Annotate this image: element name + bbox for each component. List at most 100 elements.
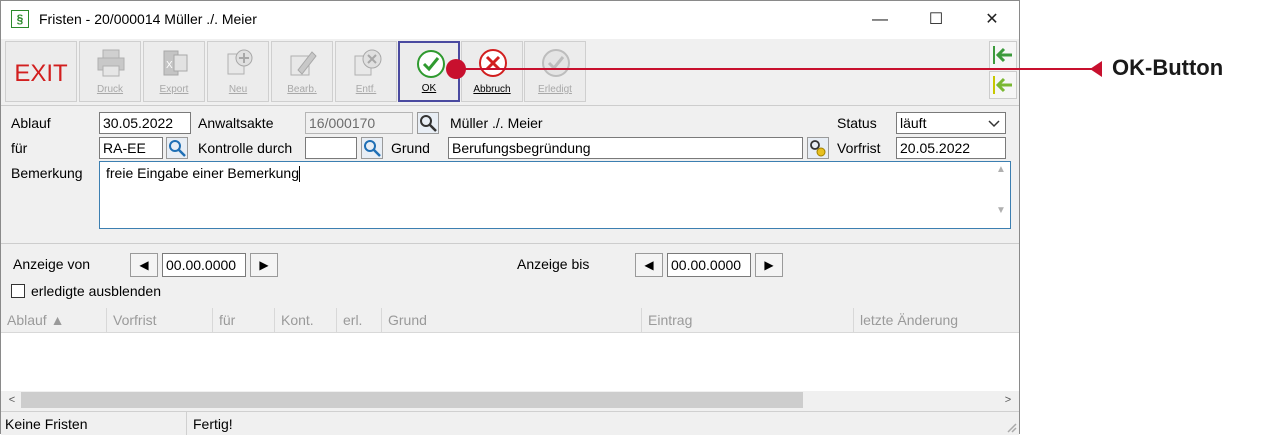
column-vorfrist[interactable]: Vorfrist [107, 308, 213, 332]
done-check-icon [542, 49, 570, 77]
scrollbar-thumb[interactable] [21, 392, 803, 408]
callout-line [456, 68, 1096, 70]
key-search-icon [810, 140, 826, 157]
erledigte-ausblenden-checkbox[interactable] [11, 284, 25, 298]
callout-arrow [1090, 61, 1102, 77]
ablauf-field[interactable]: 30.05.2022 [99, 112, 191, 134]
previous-record-button[interactable] [989, 71, 1017, 99]
window-title: Fristen - 20/000014 Müller ./. Meier [39, 11, 257, 27]
paragraph-icon: § [11, 10, 29, 28]
deadline-table-header: Ablauf ▲ Vorfrist für Kont. erl. Grund E… [1, 308, 1019, 333]
column-grund[interactable]: Grund [382, 308, 642, 332]
bemerkung-text: freie Eingabe einer Bemerkung [106, 165, 300, 181]
neu-label: Neu [228, 84, 248, 95]
chevron-down-icon [988, 120, 1000, 128]
vorfrist-label: Vorfrist [837, 140, 881, 156]
druck-button[interactable]: Druck [79, 41, 141, 102]
export-button[interactable]: X Export [143, 41, 205, 102]
anwaltsakte-field[interactable]: 16/000170 [305, 112, 413, 134]
add-document-icon [227, 49, 253, 75]
memo-scrollbar[interactable]: ▲ ▼ [994, 164, 1008, 226]
anzeige-von-prev-button[interactable]: ◀ [130, 253, 158, 277]
column-kont[interactable]: Kont. [275, 308, 337, 332]
search-icon [420, 115, 437, 132]
printer-icon [97, 49, 125, 77]
bearb-label: Bearb. [287, 84, 317, 95]
cancel-icon [479, 49, 507, 77]
status-value: läuft [900, 115, 927, 131]
erledigt-button[interactable]: Erledigt [524, 41, 586, 102]
column-erl[interactable]: erl. [337, 308, 382, 332]
ok-label: OK [421, 83, 437, 94]
grund-label: Grund [391, 140, 430, 156]
callout-label: OK-Button [1112, 55, 1224, 80]
kontrolle-field[interactable] [305, 137, 357, 159]
fuer-search-button[interactable] [166, 137, 188, 159]
grund-lookup-button[interactable] [807, 137, 829, 159]
export-label: Export [159, 84, 189, 95]
grund-field[interactable]: Berufungsbegründung [448, 137, 803, 159]
title-bar[interactable]: § Fristen - 20/000014 Müller ./. Meier —… [1, 1, 1019, 39]
deadline-table-body[interactable] [1, 333, 1019, 391]
scroll-right-icon[interactable]: > [999, 391, 1017, 409]
svg-text:X: X [166, 60, 173, 71]
column-ablauf[interactable]: Ablauf ▲ [1, 308, 107, 332]
scroll-down-icon: ▼ [996, 205, 1006, 216]
anwaltsakte-search-button[interactable] [417, 112, 439, 134]
status-count: Keine Fristen [1, 412, 187, 435]
exit-button[interactable]: EXIT [5, 41, 77, 102]
abbruch-label: Abbruch [473, 84, 511, 95]
horizontal-scrollbar[interactable]: < > [1, 391, 1019, 409]
anzeige-bis-field[interactable]: 00.00.0000 [667, 253, 751, 277]
entf-button[interactable]: Entf. [335, 41, 397, 102]
arrow-left-icon [993, 76, 1012, 94]
bearb-button[interactable]: Bearb. [271, 41, 333, 102]
search-icon [364, 140, 381, 157]
anzeige-von-next-button[interactable]: ▶ [250, 253, 278, 277]
checkmark-icon [417, 50, 445, 78]
entf-label: Entf. [355, 84, 377, 95]
status-label: Status [837, 115, 877, 131]
kontrolle-search-button[interactable] [361, 137, 383, 159]
excel-icon: X [163, 50, 188, 76]
search-icon [169, 140, 186, 157]
druck-label: Druck [96, 84, 124, 95]
bemerkung-label: Bemerkung [11, 165, 83, 181]
vorfrist-field[interactable]: 20.05.2022 [896, 137, 1006, 159]
first-record-button[interactable] [989, 41, 1017, 69]
arrow-left-first-icon [993, 46, 1012, 64]
column-letzte-aenderung[interactable]: letzte Änderung [854, 308, 1019, 332]
anwaltsakte-label: Anwaltsakte [198, 115, 274, 131]
form-separator [1, 243, 1019, 244]
maximize-button[interactable]: ☐ [913, 1, 959, 39]
minimize-button[interactable]: — [857, 1, 903, 39]
parties-text: Müller ./. Meier [450, 115, 543, 131]
erledigt-label: Erledigt [538, 84, 572, 95]
scroll-up-icon: ▲ [996, 164, 1006, 175]
fristen-window: § Fristen - 20/000014 Müller ./. Meier —… [0, 0, 1020, 435]
toolbar: EXIT Druck X Export Neu Bearb. Entf. OK … [1, 39, 1019, 105]
anzeige-bis-label: Anzeige bis [517, 256, 590, 272]
resize-grip-icon[interactable] [1005, 421, 1017, 433]
anzeige-bis-next-button[interactable]: ▶ [755, 253, 783, 277]
close-button[interactable]: ✕ [969, 1, 1015, 39]
column-fuer[interactable]: für [213, 308, 275, 332]
status-select[interactable]: läuft [896, 112, 1006, 134]
status-bar: Keine Fristen Fertig! [1, 411, 1019, 435]
callout-dot [446, 59, 466, 79]
exit-label: EXIT [14, 60, 68, 87]
erledigte-ausblenden-label: erledigte ausblenden [31, 283, 161, 299]
column-eintrag[interactable]: Eintrag [642, 308, 854, 332]
fuer-field[interactable]: RA-EE [99, 137, 163, 159]
toolbar-separator [1, 105, 1019, 106]
pencil-icon [290, 51, 317, 76]
status-message: Fertig! [193, 416, 233, 432]
abbruch-button[interactable]: Abbruch [461, 41, 523, 102]
ablauf-label: Ablauf [11, 115, 51, 131]
neu-button[interactable]: Neu [207, 41, 269, 102]
anzeige-bis-prev-button[interactable]: ◀ [635, 253, 663, 277]
anzeige-von-field[interactable]: 00.00.0000 [162, 253, 246, 277]
scroll-left-icon[interactable]: < [3, 391, 21, 409]
kontrolle-label: Kontrolle durch [198, 140, 293, 156]
bemerkung-textarea[interactable]: freie Eingabe einer Bemerkung ▲ ▼ [99, 161, 1011, 229]
